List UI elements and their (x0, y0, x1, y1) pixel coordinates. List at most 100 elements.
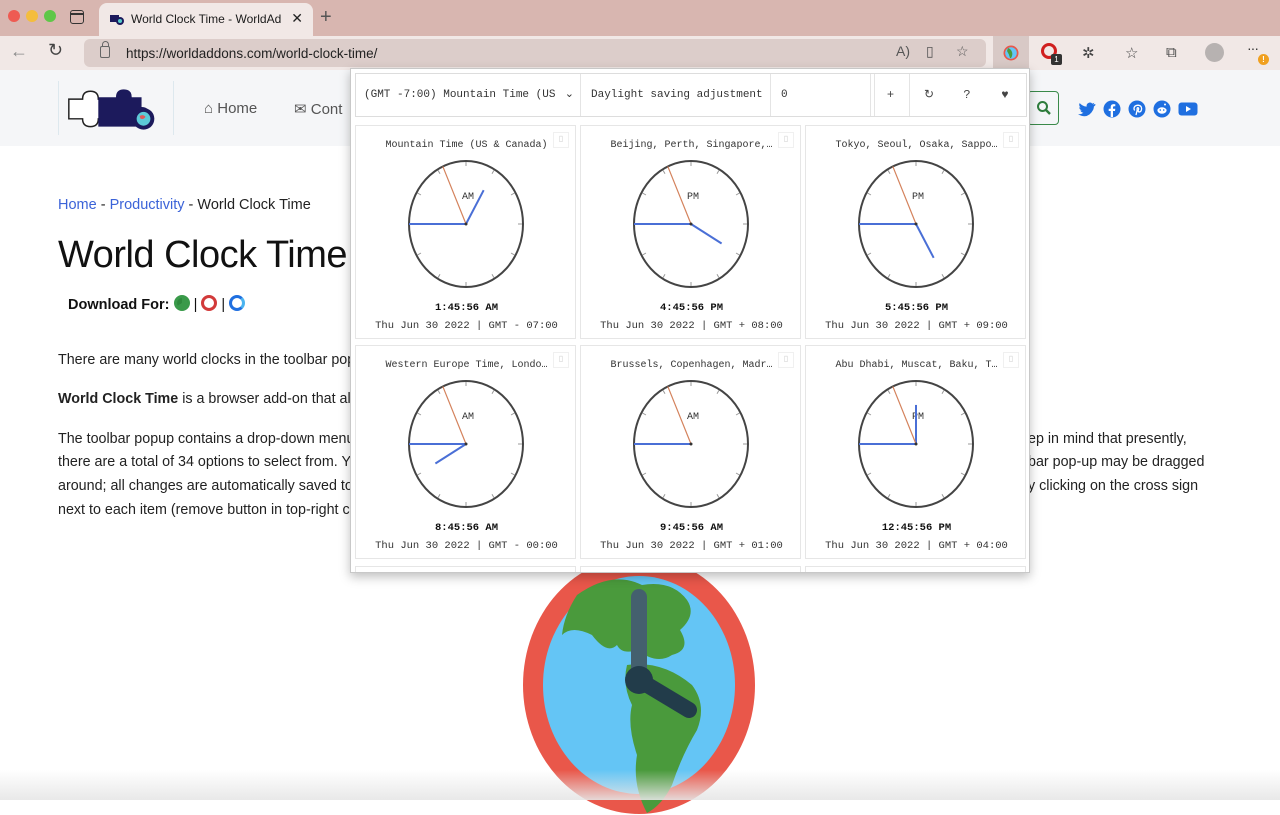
timezone-select[interactable]: (GMT -7:00) Mountain Time (US & Canada) … (356, 74, 581, 116)
remove-clock-button[interactable]: ▯ (553, 352, 569, 368)
dst-input[interactable]: 0 (771, 74, 871, 116)
update-warning-icon: ! (1258, 54, 1269, 65)
youtube-icon[interactable] (1178, 100, 1198, 118)
chrome-download-icon[interactable] (173, 295, 190, 311)
globe-clock-icon (1003, 45, 1019, 61)
envelope-icon: ✉ (294, 101, 307, 118)
remove-clock-button[interactable]: ▯ (778, 132, 794, 148)
remove-clock-button[interactable]: ▯ (778, 352, 794, 368)
clock-date-offset: Thu Jun 30 2022 | GMT + 08:00 (600, 320, 783, 332)
edge-download-icon[interactable] (229, 295, 246, 311)
profile-avatar[interactable] (1205, 43, 1224, 62)
reddit-icon[interactable] (1153, 100, 1171, 118)
clock-digital-time: 5:45:56 PM (884, 302, 948, 314)
clock-center-pin (689, 442, 693, 446)
nav-home[interactable]: ⌂ Home (204, 100, 257, 117)
maximize-window-button[interactable] (44, 10, 56, 22)
pinterest-icon[interactable] (1128, 100, 1146, 118)
extension-badge: 1 (1051, 54, 1062, 65)
address-bar[interactable]: https://worldaddons.com/world-clock-time… (84, 39, 986, 67)
world-clock-extension-button[interactable] (993, 36, 1029, 70)
dst-label: Daylight saving adjustment (581, 74, 771, 116)
paragraph-intro: There are many world clocks in the toolb… (58, 352, 356, 368)
download-for: Download For: | | (68, 295, 246, 313)
close-window-button[interactable] (8, 10, 20, 22)
ampm-label: AM (462, 412, 474, 423)
clock-card[interactable]: Brussels, Copenhagen, Madr… ▯ 9:45:56 AM Th… (580, 345, 801, 559)
search-icon (1037, 101, 1051, 115)
clock-location: Brussels, Copenhagen, Madr… (610, 360, 773, 371)
paragraph-line: next to each item (remove button in top-… (58, 502, 350, 518)
paragraph-line-right: y clicking on the cross sign (1028, 478, 1199, 494)
ampm-label: AM (462, 192, 474, 203)
minimize-window-button[interactable] (26, 10, 38, 22)
back-button[interactable]: ← (10, 41, 28, 62)
collections-icon[interactable]: ⧉ (1166, 44, 1177, 61)
search-button[interactable] (1027, 91, 1059, 125)
tab-close-icon[interactable]: ✕ (291, 10, 303, 27)
tab-title: World Clock Time - WorldAddons (131, 12, 281, 26)
analog-clock: PM (633, 160, 749, 288)
paragraph-line: around; all changes are automatically sa… (58, 478, 353, 494)
breadcrumb-current: World Clock Time (197, 197, 311, 213)
paragraph-line-right: bar pop-up may be dragged (1028, 454, 1205, 470)
clock-digital-time: 9:45:56 AM (659, 522, 723, 534)
extensions-puzzle-icon[interactable]: ✲ (1082, 44, 1095, 62)
url-text[interactable]: https://worldaddons.com/world-clock-time… (126, 46, 377, 61)
remove-clock-button[interactable]: ▯ (1003, 132, 1019, 148)
clock-card-partial (580, 566, 801, 572)
clock-location: Abu Dhabi, Muscat, Baku, T… (835, 360, 998, 371)
analog-clock: AM (408, 380, 524, 508)
add-favorite-icon[interactable]: ☆ (956, 43, 969, 60)
chevron-down-icon: ⌄ (564, 89, 574, 101)
favorites-icon[interactable]: ☆ (1125, 44, 1138, 62)
immersive-reader-icon[interactable]: ▯ (926, 43, 934, 60)
add-clock-button[interactable]: + (872, 74, 910, 116)
tab-actions-icon[interactable] (70, 10, 84, 24)
nav-contact[interactable]: ✉ Cont (294, 100, 342, 118)
clock-card[interactable]: Western Europe Time, Londo… ▯ 8:45:56 AM Th… (355, 345, 576, 559)
remove-clock-button[interactable]: ▯ (1003, 352, 1019, 368)
facebook-icon[interactable] (1103, 100, 1121, 118)
clock-digital-time: 12:45:56 PM (881, 522, 952, 534)
clock-digital-time: 4:45:56 PM (659, 302, 723, 314)
analog-clock: PM (858, 160, 974, 288)
clock-card[interactable]: Abu Dhabi, Muscat, Baku, T… ▯ 12:45:56 PM T… (805, 345, 1026, 559)
read-aloud-icon[interactable]: A) (896, 43, 910, 59)
twitter-icon[interactable] (1078, 100, 1096, 118)
clock-center-pin (914, 442, 918, 446)
clock-date-offset: Thu Jun 30 2022 | GMT + 01:00 (600, 540, 783, 552)
ampm-label: PM (912, 412, 924, 423)
paragraph-line-right: ep in mind that presently, (1028, 431, 1187, 447)
favorite-button[interactable]: ♥ (986, 74, 1024, 116)
clock-date-offset: Thu Jun 30 2022 | GMT + 09:00 (825, 320, 1008, 332)
breadcrumb: Home - Productivity - World Clock Time (58, 197, 311, 213)
more-menu-icon[interactable]: ··· (1247, 40, 1259, 56)
clock-card[interactable]: Mountain Time (US & Canada) ▯ 1:45:56 AM Th… (355, 125, 576, 339)
clock-card[interactable]: Tokyo, Seoul, Osaka, Sappo… ▯ 5:45:56 PM Th… (805, 125, 1026, 339)
breadcrumb-home-link[interactable]: Home (58, 197, 97, 213)
paragraph-description: World Clock Time is a browser add-on tha… (58, 391, 354, 407)
breadcrumb-category-link[interactable]: Productivity (110, 197, 185, 213)
clock-date-offset: Thu Jun 30 2022 | GMT + 04:00 (825, 540, 1008, 552)
clock-digital-time: 8:45:56 AM (434, 522, 498, 534)
clock-center-pin (914, 222, 918, 226)
browser-tab[interactable]: World Clock Time - WorldAddons ✕ (99, 3, 313, 36)
clock-location: Mountain Time (US & Canada) (385, 140, 548, 151)
clock-date-offset: Thu Jun 30 2022 | GMT - 07:00 (375, 320, 558, 332)
lock-icon (100, 41, 110, 58)
site-logo[interactable] (58, 81, 174, 135)
reload-button[interactable]: ↻ (48, 40, 63, 61)
clock-card[interactable]: Beijing, Perth, Singapore,… ▯ 4:45:56 PM Th… (580, 125, 801, 339)
firefox-download-icon[interactable] (201, 295, 218, 311)
analog-clock: AM (633, 380, 749, 508)
analog-clock: AM (408, 160, 524, 288)
refresh-button[interactable]: ↻ (910, 74, 948, 116)
new-tab-button[interactable]: + (320, 6, 332, 29)
remove-clock-button[interactable]: ▯ (553, 132, 569, 148)
help-button[interactable]: ? (948, 74, 986, 116)
clock-location: Beijing, Perth, Singapore,… (610, 140, 773, 151)
clock-center-pin (464, 222, 468, 226)
world-clock-popup: (GMT -7:00) Mountain Time (US & Canada) … (350, 68, 1030, 573)
clock-center-pin (689, 222, 693, 226)
